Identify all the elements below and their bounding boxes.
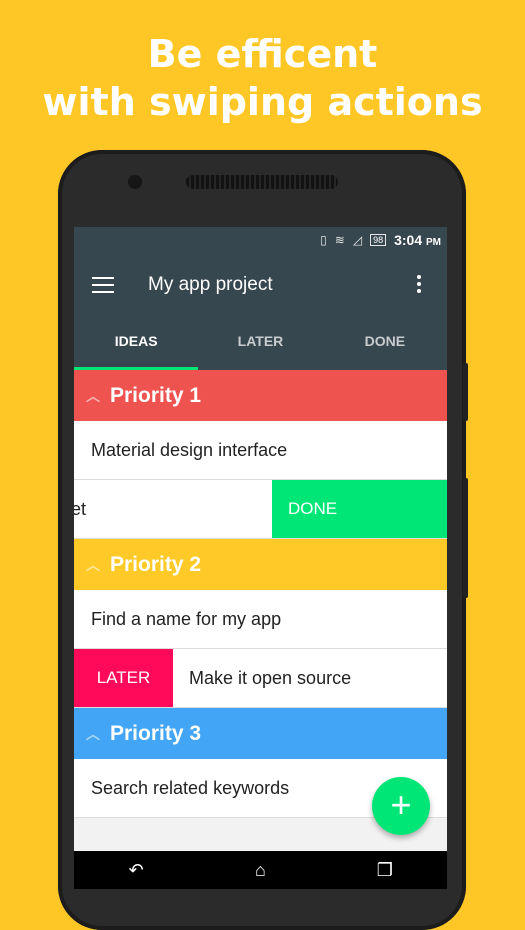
clock-ampm: PM <box>426 237 441 248</box>
chevron-up-icon[interactable]: ︿ <box>86 724 102 744</box>
chevron-up-icon[interactable]: ︿ <box>86 386 102 406</box>
swipe-later-action[interactable]: LATER <box>74 649 173 707</box>
add-button[interactable]: + <box>372 777 430 835</box>
tab-later[interactable]: LATER <box>198 317 322 370</box>
section-title: Priority 2 <box>110 552 202 576</box>
item-text: Material design interface <box>91 439 288 460</box>
headline-line-2: with swiping actions <box>42 80 483 124</box>
section-title: Priority 1 <box>110 383 202 407</box>
power-button <box>463 363 468 421</box>
list-item-swiping-later[interactable]: LATER Make it open source <box>74 649 447 708</box>
tab-ideas[interactable]: IDEAS <box>74 317 198 370</box>
item-text: Make it open source <box>189 667 352 688</box>
section-title: Priority 3 <box>110 721 202 745</box>
tab-done[interactable]: DONE <box>323 317 447 370</box>
list-item[interactable]: Material design interface <box>74 421 447 480</box>
vibrate-icon: ▯ <box>320 233 327 247</box>
volume-button <box>463 478 468 598</box>
home-icon[interactable]: ⌂ <box>240 860 280 881</box>
app-bar: My app project <box>74 253 447 317</box>
headline-line-1: Be efficent <box>147 32 378 76</box>
status-bar: ▯ ≋ ◿ 98 3:04 PM <box>74 227 447 253</box>
item-text: Find a name for my app <box>91 608 282 629</box>
promo-headline: Be efficent with swiping actions <box>0 30 525 126</box>
item-text: Search related keywords <box>91 777 290 798</box>
navigation-bar: ↶ ⌂ ❐ <box>74 851 447 889</box>
phone-screen: ▯ ≋ ◿ 98 3:04 PM My app project IDEAS LA… <box>74 227 447 889</box>
list-item[interactable]: Find a name for my app <box>74 590 447 649</box>
battery-icon: 98 <box>370 234 387 246</box>
back-icon[interactable]: ↶ <box>116 860 156 881</box>
recents-icon[interactable]: ❐ <box>365 860 405 881</box>
earpiece-speaker <box>186 175 338 189</box>
item-text: ket <box>74 498 87 519</box>
front-camera <box>128 175 142 189</box>
swipe-done-action[interactable]: DONE <box>272 480 447 538</box>
list-item-swiping-done[interactable]: ket DONE <box>74 480 447 539</box>
more-vertical-icon[interactable] <box>417 275 421 293</box>
clock-time: 3:04 <box>394 232 423 248</box>
wifi-icon: ≋ <box>334 233 345 247</box>
section-header-priority-3[interactable]: ︿ Priority 3 <box>74 708 447 759</box>
signal-icon: ◿ <box>352 233 363 247</box>
tab-bar: IDEAS LATER DONE <box>74 317 447 370</box>
section-header-priority-1[interactable]: ︿ Priority 1 <box>74 370 447 421</box>
clock: 3:04 PM <box>394 232 441 248</box>
section-header-priority-2[interactable]: ︿ Priority 2 <box>74 539 447 590</box>
add-icon: + <box>390 784 412 825</box>
app-title: My app project <box>148 274 273 295</box>
chevron-up-icon[interactable]: ︿ <box>86 555 102 575</box>
tab-indicator <box>74 367 198 370</box>
hamburger-menu-icon[interactable] <box>92 277 114 293</box>
